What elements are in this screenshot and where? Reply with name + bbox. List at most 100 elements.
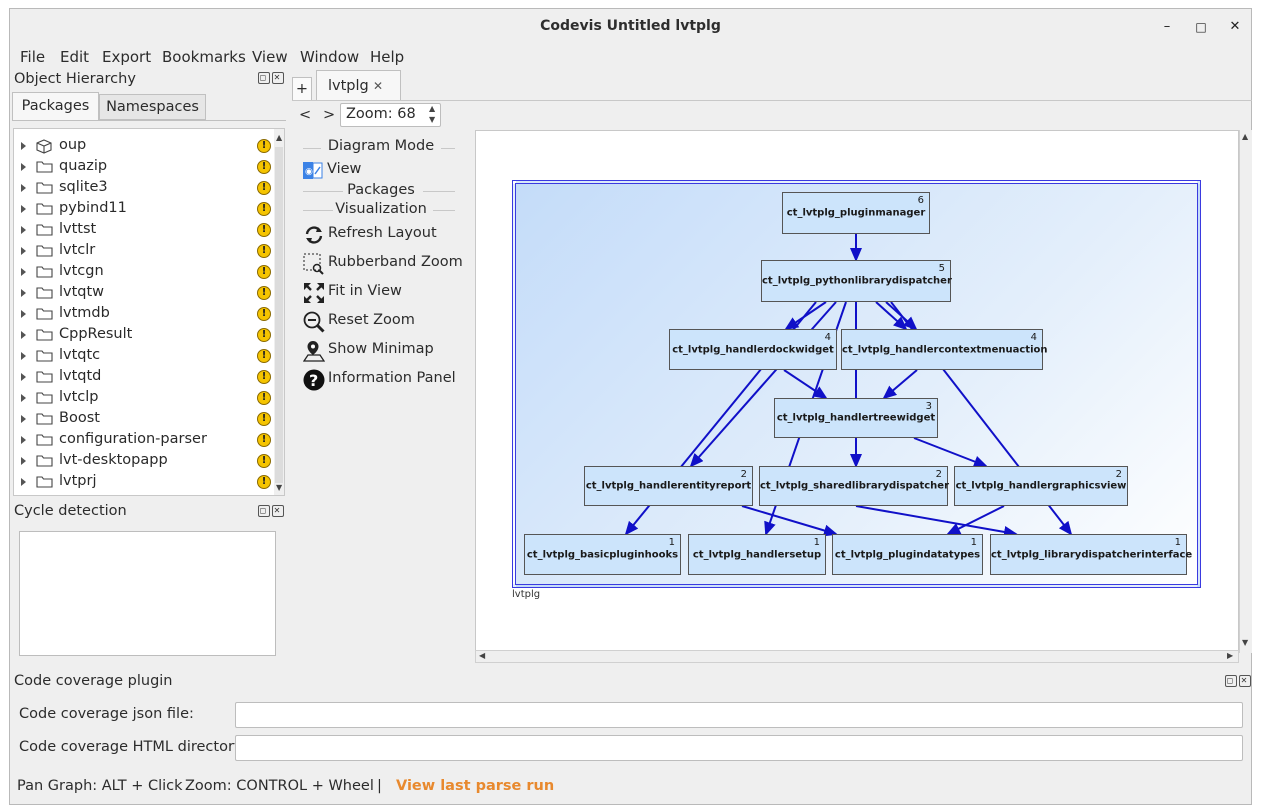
tree-item[interactable]: lvttst! [14, 220, 274, 241]
minimize-button[interactable]: – [1155, 15, 1179, 39]
tab-packages[interactable]: Packages [12, 92, 99, 120]
tree-item-label: pybind11 [59, 200, 127, 216]
add-tab-button[interactable]: + [292, 77, 312, 101]
menu-window[interactable]: Window [300, 48, 359, 66]
expand-arrow-icon[interactable] [21, 310, 26, 318]
canvas-vertical-scrollbar[interactable]: ▲ ▼ [1239, 130, 1252, 653]
cycle-detection-list[interactable] [19, 531, 276, 656]
zoom-spinbox[interactable]: Zoom: 68 ▲ ▼ [340, 103, 441, 127]
node-pluginmanager[interactable]: ct_lvtplg_pluginmanager 6 [782, 192, 930, 234]
tree-item[interactable]: lvtqtw! [14, 283, 274, 304]
tree-item[interactable]: oup! [14, 136, 274, 157]
node-count: 4 [1030, 332, 1037, 343]
tree-item[interactable]: sqlite3! [14, 178, 274, 199]
float-dock-icon[interactable]: ◻ [258, 72, 270, 84]
scroll-up-icon[interactable]: ▲ [276, 133, 282, 142]
folder-icon [36, 349, 53, 362]
scroll-up-icon[interactable]: ▲ [1242, 132, 1248, 141]
close-dock-icon[interactable]: ✕ [272, 505, 284, 517]
menu-edit[interactable]: Edit [60, 48, 89, 66]
node-handlerentityreport[interactable]: ct_lvtplg_handlerentityreport 2 [584, 466, 753, 506]
scroll-down-icon[interactable]: ▼ [276, 483, 282, 492]
close-dock-icon[interactable]: ✕ [1239, 675, 1251, 687]
tree-item[interactable]: quazip! [14, 157, 274, 178]
show-minimap-label: Show Minimap [328, 341, 434, 357]
expand-arrow-icon[interactable] [21, 205, 26, 213]
node-plugindatatypes[interactable]: ct_lvtplg_plugindatatypes 1 [832, 534, 983, 575]
tree-item[interactable]: lvtqtc! [14, 346, 274, 367]
graph-canvas[interactable]: lvtplg ct_lvtplg_pluginmanager 6 ct_lvtp… [475, 130, 1239, 653]
float-dock-icon[interactable]: ◻ [258, 505, 270, 517]
svg-text:◉: ◉ [305, 167, 313, 177]
node-basicpluginhooks[interactable]: ct_lvtplg_basicpluginhooks 1 [524, 534, 681, 575]
tree-scrollbar[interactable]: ▲ ▼ [274, 129, 284, 495]
node-sharedlibrarydispatcher[interactable]: ct_lvtplg_sharedlibrarydispatcher 2 [759, 466, 949, 506]
expand-arrow-icon[interactable] [21, 457, 26, 465]
tree-item[interactable]: lvt-desktopapp! [14, 451, 274, 472]
tree-item[interactable]: configuration-parser! [14, 430, 274, 451]
node-handlertreewidget[interactable]: ct_lvtplg_handlertreewidget 3 [774, 398, 938, 438]
expand-arrow-icon[interactable] [21, 478, 26, 486]
tab-divider [12, 120, 286, 121]
menu-help[interactable]: Help [370, 48, 404, 66]
menu-bookmarks[interactable]: Bookmarks [162, 48, 246, 66]
node-handlersetup[interactable]: ct_lvtplg_handlersetup 1 [688, 534, 826, 575]
expand-arrow-icon[interactable] [21, 352, 26, 360]
maximize-button[interactable]: □ [1189, 15, 1213, 39]
tree-item[interactable]: lvtprj! [14, 472, 274, 493]
tree-item[interactable]: lvtcgn! [14, 262, 274, 283]
back-button[interactable]: < [299, 107, 311, 123]
forward-button[interactable]: > [323, 107, 335, 123]
expand-arrow-icon[interactable] [21, 394, 26, 402]
node-handlerdockwidget[interactable]: ct_lvtplg_handlerdockwidget 4 [669, 329, 837, 370]
node-label: ct_lvtplg_handlergraphicsview [955, 480, 1127, 492]
tree-item[interactable]: lvtmdb! [14, 304, 274, 325]
tab-close-icon[interactable]: ✕ [373, 73, 383, 99]
float-dock-icon[interactable]: ◻ [1225, 675, 1237, 687]
node-handlercontextmenuaction[interactable]: ct_lvtplg_handlercontextmenuaction 4 [841, 329, 1048, 370]
section-line [303, 191, 343, 192]
menu-view[interactable]: View [252, 48, 288, 66]
tab-lvtplg[interactable]: lvtplg ✕ [316, 70, 401, 101]
menu-export[interactable]: Export [102, 48, 151, 66]
tree-scroll-thumb[interactable] [275, 147, 283, 483]
scroll-left-icon[interactable]: ◀ [479, 651, 485, 660]
close-dock-icon[interactable]: ✕ [272, 72, 284, 84]
expand-arrow-icon[interactable] [21, 331, 26, 339]
expand-arrow-icon[interactable] [21, 247, 26, 255]
expand-arrow-icon[interactable] [21, 142, 26, 150]
node-handlergraphicsview[interactable]: ct_lvtplg_handlergraphicsview 2 [954, 466, 1128, 506]
node-pythonlibrarydispatcher[interactable]: ct_lvtplg_pythonlibrarydispatcher 5 [761, 260, 952, 302]
tree-item[interactable]: lvtqtd! [14, 367, 274, 388]
expand-arrow-icon[interactable] [21, 415, 26, 423]
tree-item[interactable]: lvtclp! [14, 388, 274, 409]
tree-item[interactable]: Boost! [14, 409, 274, 430]
expand-arrow-icon[interactable] [21, 184, 26, 192]
canvas-horizontal-scrollbar[interactable]: ◀ ▶ [475, 650, 1239, 663]
tree-item[interactable]: lvtclr! [14, 241, 274, 262]
scroll-right-icon[interactable]: ▶ [1227, 651, 1233, 660]
expand-arrow-icon[interactable] [21, 436, 26, 444]
code-coverage-json-field[interactable] [235, 702, 1243, 728]
node-label: ct_lvtplg_pythonlibrarydispatcher [762, 275, 952, 287]
tab-packages-label: Packages [21, 98, 90, 114]
node-librarydispatcherinterface[interactable]: ct_lvtplg_librarydispatcherinterface 1 [990, 534, 1192, 575]
folder-icon [36, 223, 53, 236]
expand-arrow-icon[interactable] [21, 268, 26, 276]
expand-arrow-icon[interactable] [21, 163, 26, 171]
scroll-down-icon[interactable]: ▼ [1242, 638, 1248, 647]
tree-item[interactable]: pybind11! [14, 199, 274, 220]
tab-namespaces[interactable]: Namespaces [99, 94, 206, 120]
expand-arrow-icon[interactable] [21, 289, 26, 297]
view-last-parse-run-link[interactable]: View last parse run [396, 778, 554, 794]
zoom-down-icon[interactable]: ▼ [429, 115, 435, 124]
expand-arrow-icon[interactable] [21, 226, 26, 234]
menu-file[interactable]: File [20, 48, 45, 66]
expand-arrow-icon[interactable] [21, 373, 26, 381]
close-button[interactable]: ✕ [1223, 15, 1247, 39]
tree-item[interactable]: lvt-buildfiles! [14, 493, 274, 495]
code-coverage-html-field[interactable] [235, 735, 1243, 761]
tree-item[interactable]: CppResult! [14, 325, 274, 346]
minimap-icon [302, 340, 326, 362]
zoom-up-icon[interactable]: ▲ [429, 104, 435, 113]
